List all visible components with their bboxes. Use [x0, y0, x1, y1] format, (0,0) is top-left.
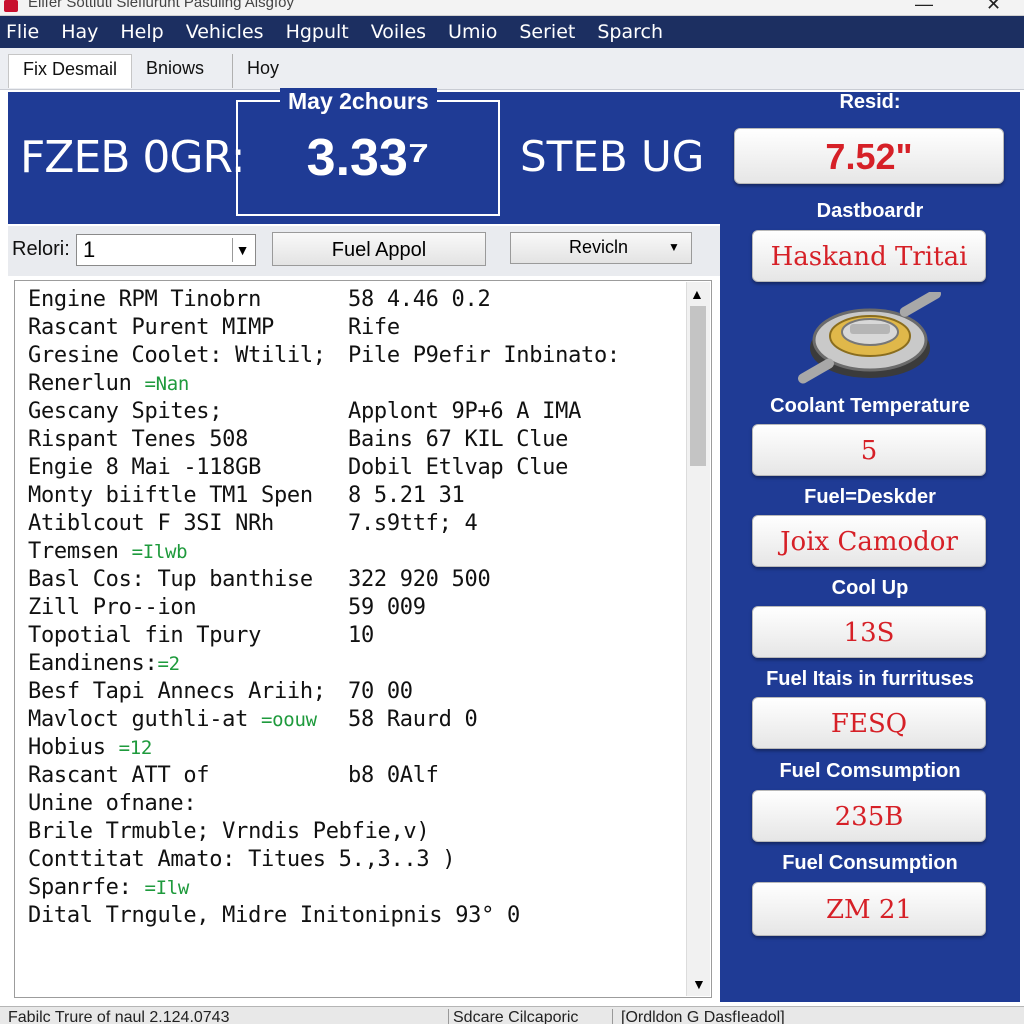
list-item: Hobius =12: [28, 735, 153, 760]
list-item-value: 58 4.46 0.2: [348, 287, 491, 312]
list-item: Eandinens:=2: [28, 651, 180, 676]
rp-label-fuel-trais: Fuel Itais in furrituses: [766, 668, 974, 690]
list-item: Rascant ATT of: [28, 763, 210, 788]
list-item: Conttitat Amato: Titues 5.,3..3 ): [28, 847, 456, 872]
list-item: Tremsen =Ilwb: [28, 539, 188, 564]
fuel-appol-button[interactable]: Fuel Appol: [272, 232, 486, 266]
list-item-value: 7.s9ttf; 4: [348, 511, 478, 536]
minimize-button[interactable]: —: [915, 0, 933, 15]
menu-voiles[interactable]: Voiles: [371, 21, 426, 43]
scroll-thumb[interactable]: [690, 306, 706, 466]
chevron-down-icon[interactable]: ▼: [232, 238, 252, 262]
tab-strip: Fix Desmail Bniows Hoy: [0, 48, 1024, 90]
menu-umio[interactable]: Umio: [448, 21, 497, 43]
rp-value-cool-up[interactable]: 13S: [752, 606, 986, 658]
menu-vehicles[interactable]: Vehicles: [186, 21, 264, 43]
status-badge: =oouw: [261, 709, 317, 731]
menu-seriet[interactable]: Seriet: [519, 21, 575, 43]
relori-select[interactable]: 1: [76, 234, 256, 266]
list-item: Topotial fin Tpury: [28, 623, 262, 648]
list-item: Gescany Spites;: [28, 399, 223, 424]
tab-hoy[interactable]: Hoy: [232, 54, 293, 88]
list-item: Monty biiftle TM1 Spen: [28, 483, 313, 508]
rp-label-cool-up: Cool Up: [831, 577, 909, 599]
list-item-value: Bains 67 KIL Clue: [348, 427, 569, 452]
menu-file[interactable]: Flie: [6, 21, 39, 43]
list-item: Basl Cos: Tup banthise: [28, 567, 313, 592]
rp-value-fuel-consumption[interactable]: ZM 21: [752, 882, 986, 936]
close-icon[interactable]: ✕: [986, 0, 1001, 15]
rp-label-dashboard: Dastboardr: [816, 200, 924, 222]
revicln-select[interactable]: Revicln: [510, 232, 692, 264]
menu-hgpult[interactable]: Hgpult: [286, 21, 349, 43]
header-center-value: 3.33⁷: [306, 129, 430, 187]
list-item: Spanrfe: =Ilw: [28, 875, 190, 900]
rp-label-coolant: Coolant Temperature: [770, 395, 970, 417]
list-item-value: 10: [348, 623, 374, 648]
list-item-value: 322 920 500: [348, 567, 491, 592]
header-right-text: STEB UG: [520, 132, 705, 181]
menu-help[interactable]: Help: [120, 21, 163, 43]
title-bar: Elifer Sottluti Sleflurunt Pasuling Alsg…: [0, 0, 1024, 16]
list-item: Unine ofnane:: [28, 791, 197, 816]
rp-value-resid: 7.52": [734, 128, 1004, 184]
list-item: Gresine Coolet: Wtilil;: [28, 343, 326, 368]
rp-label-fuel-desk: Fuel=Deskder: [804, 486, 936, 508]
list-item: Besf Tapi Annecs Ariih;: [28, 679, 326, 704]
list-item: Rascant Purent MIMP: [28, 315, 274, 340]
app-icon: [4, 0, 18, 12]
status-bar: Fabilc Trure of naul 2.124.0743 Sdcare C…: [0, 1006, 1024, 1024]
rp-value-coolant[interactable]: 5: [752, 424, 986, 476]
rp-value-fuel-trais[interactable]: FESQ: [752, 697, 986, 749]
window-title: Elifer Sottluti Sleflurunt Pasuling Alsg…: [28, 0, 294, 11]
menu-search[interactable]: Sparch: [597, 21, 663, 43]
list-item-value: 58 Raurd 0: [348, 707, 478, 732]
list-item-value: Pile P9efir Inbinato:: [348, 343, 620, 368]
menu-bar: Flie Hay Help Vehicles Hgpult Voiles Umi…: [0, 16, 1024, 48]
header-left-text: FZEB 0GR:: [20, 132, 246, 183]
list-item: Atiblcout F 3SI NRh: [28, 511, 274, 536]
tab-fix-desmail[interactable]: Fix Desmail: [8, 54, 133, 88]
status-text-2: Sdcare Cilcaporic: [448, 1009, 578, 1024]
list-item: Rispant Tenes 508: [28, 427, 249, 452]
status-badge: =Ilw: [144, 877, 190, 899]
list-item: Brile Trmuble; Vrndis Pebfie,v): [28, 819, 430, 844]
rp-label-fuel-consumption: Fuel Consumption: [782, 852, 958, 874]
list-item: Zill Pro--ion: [28, 595, 197, 620]
list-item-value: 70 00: [348, 679, 413, 704]
list-item: Dital Trngule, Midre Initonipnis 93° 0: [28, 903, 520, 928]
status-badge: =Ilwb: [131, 541, 188, 563]
rp-value-fuel-comsumption[interactable]: 235B: [752, 790, 986, 842]
chevron-down-icon[interactable]: ▼: [668, 240, 680, 254]
status-text-1: Fabilc Trure of naul 2.124.0743: [8, 1009, 230, 1024]
rp-value-fuel-desk[interactable]: Joix Camodor: [752, 515, 986, 567]
relori-label: Relori:: [12, 238, 70, 260]
rp-label-resid: Resid:: [839, 91, 901, 113]
list-item: Mavloct guthli-at =oouw: [28, 707, 317, 732]
rp-label-fuel-comsumption: Fuel Comsumption: [779, 760, 961, 782]
list-item-value: Rife: [348, 315, 400, 340]
list-item-value: Applont 9P+6 A IMA: [348, 399, 582, 424]
status-text-3: [Ordldon G DasfIeadol]: [612, 1009, 785, 1024]
list-item: Engie 8 Mai -118GB: [28, 455, 262, 480]
list-item-value: Dobil Etlvap Clue: [348, 455, 569, 480]
list-item-value: b8 0Alf: [348, 763, 439, 788]
rp-value-dashboard[interactable]: Haskand Tritai: [752, 230, 986, 282]
list-item: Engine RPM Tinobrn: [28, 287, 262, 312]
menu-hay[interactable]: Hay: [61, 21, 98, 43]
fuel-cap-icon: [790, 288, 950, 388]
tab-bniows[interactable]: Bniows: [132, 54, 218, 88]
list-item-value: 59 009: [348, 595, 426, 620]
header-center-title: May 2chours: [280, 88, 437, 115]
list-item-value: 8 5.21 31: [348, 483, 465, 508]
scroll-down-icon[interactable]: ▼: [692, 976, 706, 992]
status-badge: =2: [157, 653, 180, 675]
list-item: Renerlun =Nan: [28, 371, 190, 396]
scroll-up-icon[interactable]: ▲: [690, 286, 704, 302]
status-badge: =Nan: [144, 373, 190, 395]
status-badge: =12: [118, 737, 153, 759]
